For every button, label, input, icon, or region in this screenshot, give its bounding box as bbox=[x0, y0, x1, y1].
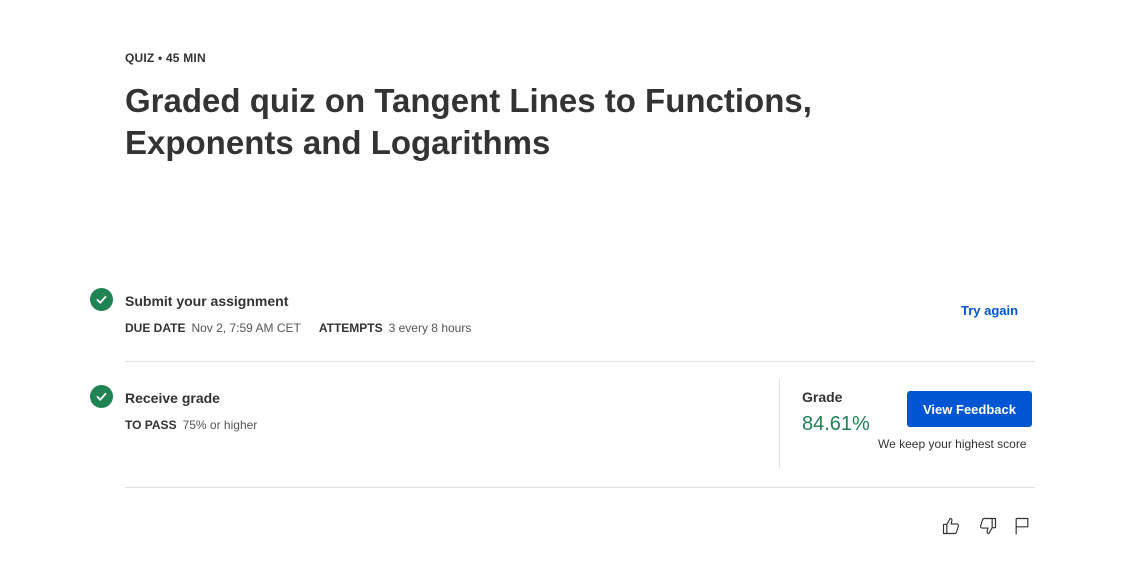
highest-score-note: We keep your highest score bbox=[878, 437, 1027, 451]
grade-separator bbox=[779, 379, 780, 468]
due-date-value: Nov 2, 7:59 AM CET bbox=[191, 321, 301, 335]
quiz-eyebrow: QUIZ • 45 MIN bbox=[125, 51, 206, 65]
check-circle-icon bbox=[90, 288, 113, 311]
divider bbox=[125, 487, 1035, 488]
try-again-link[interactable]: Try again bbox=[961, 303, 1018, 318]
check-circle-icon bbox=[90, 385, 113, 408]
view-feedback-button[interactable]: View Feedback bbox=[907, 391, 1032, 427]
page-title: Graded quiz on Tangent Lines to Function… bbox=[125, 82, 812, 161]
flag-icon[interactable] bbox=[1010, 514, 1034, 538]
receive-grade-title: Receive grade bbox=[125, 390, 220, 406]
attempts-value: 3 every 8 hours bbox=[388, 321, 472, 335]
due-date-label: DUE DATE bbox=[125, 321, 186, 335]
to-pass-value: 75% or higher bbox=[182, 418, 258, 432]
divider bbox=[125, 361, 1035, 362]
submit-meta: DUE DATE Nov 2, 7:59 AM CET ATTEMPTS 3 ever… bbox=[125, 321, 471, 335]
thumbs-down-icon[interactable] bbox=[976, 514, 1000, 538]
submit-step-title: Submit your assignment bbox=[125, 293, 289, 309]
grade-label: Grade bbox=[802, 389, 843, 405]
grade-value: 84.61% bbox=[802, 413, 870, 435]
to-pass-label: TO PASS bbox=[125, 418, 177, 432]
pass-meta: TO PASS 75% or higher bbox=[125, 418, 257, 432]
thumbs-up-icon[interactable] bbox=[939, 514, 963, 538]
attempts-label: ATTEMPTS bbox=[318, 321, 383, 335]
